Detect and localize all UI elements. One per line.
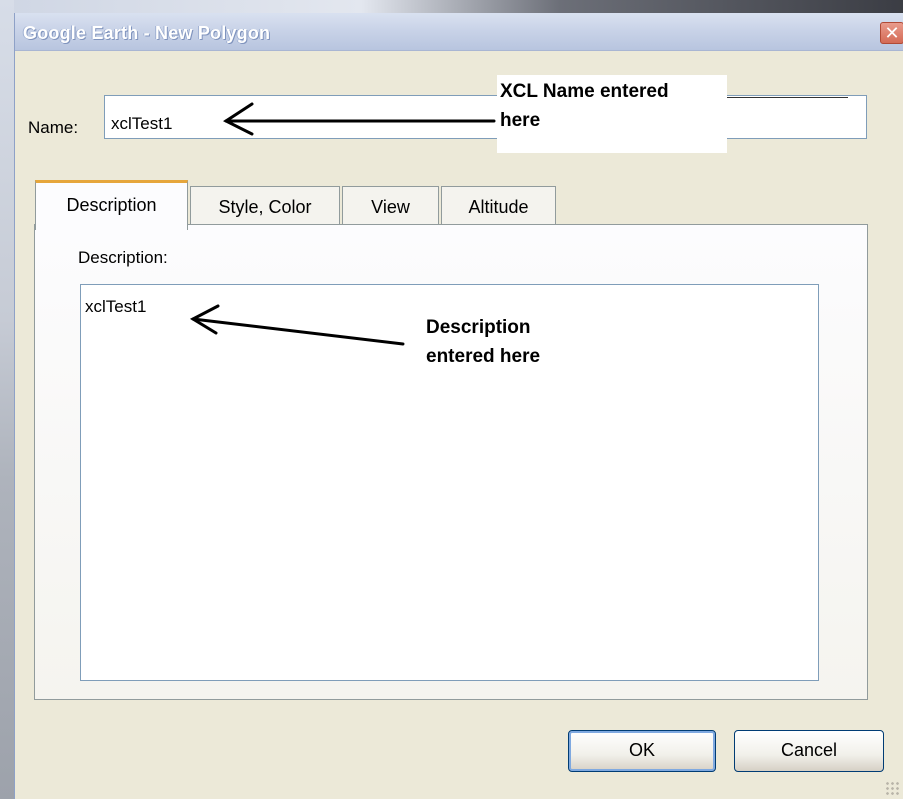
- description-label: Description:: [78, 248, 168, 267]
- ok-button[interactable]: OK: [568, 730, 716, 772]
- cancel-button-label: Cancel: [780, 740, 838, 760]
- name-callout-line1: XCL Name entered: [500, 81, 669, 102]
- screenshot-root: Google Earth - New Polygon ✕ Name: xclTe…: [0, 0, 903, 799]
- description-callout-line1: Description: [426, 317, 531, 338]
- name-input[interactable]: xclTest1: [104, 95, 867, 139]
- tab-view-label: View: [371, 197, 410, 217]
- tab-description-label: Description: [66, 195, 157, 215]
- cancel-button[interactable]: Cancel: [734, 730, 884, 772]
- name-callout-line2: here: [500, 110, 541, 131]
- description-textarea-value: xclTest1: [85, 297, 147, 316]
- resize-grip-icon[interactable]: [885, 781, 899, 795]
- tab-altitude-label: Altitude: [468, 197, 529, 217]
- ok-button-label: OK: [628, 740, 655, 760]
- desktop-background-left: [0, 0, 14, 799]
- desktop-background: [0, 0, 903, 13]
- close-icon: ✕: [884, 23, 900, 43]
- name-label: Name:: [28, 118, 79, 137]
- name-callout-underline: [727, 97, 848, 98]
- close-button[interactable]: ✕: [880, 22, 903, 44]
- tab-description[interactable]: Description: [35, 180, 188, 230]
- title-bar[interactable]: Google Earth - New Polygon ✕: [15, 13, 903, 51]
- tab-style-color-label: Style, Color: [218, 197, 312, 217]
- window-title: Google Earth - New Polygon: [23, 23, 271, 43]
- name-input-value: xclTest1: [111, 114, 173, 133]
- description-callout-line2: entered here: [426, 346, 541, 367]
